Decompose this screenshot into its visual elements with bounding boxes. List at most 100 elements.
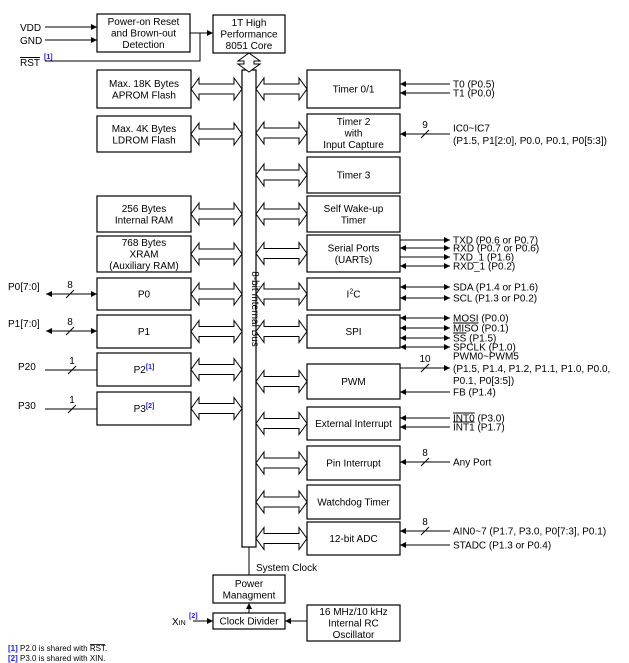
anyport-signal-label: Any Port — [453, 458, 492, 469]
ram-bus-arrow — [190, 201, 243, 227]
block-spi: SPI — [306, 314, 401, 349]
extint-label: External Interrupt — [315, 419, 392, 430]
p3-port-label: P30 — [18, 401, 36, 412]
system-clock-label: System Clock — [256, 563, 318, 574]
arrowhead-icon — [400, 131, 406, 137]
ic-bus-width: 9 — [422, 120, 428, 131]
footnote-text: P2.0 is shared with — [18, 644, 90, 653]
timer01-bus-arrow — [255, 76, 308, 102]
p2-superscript: [1] — [146, 364, 155, 371]
arrowhead-icon — [400, 81, 406, 87]
block-p2: P2[1] — [96, 352, 192, 387]
arrowhead-icon — [285, 618, 291, 624]
arrowhead-icon — [400, 424, 406, 430]
arrowhead-icon — [400, 325, 406, 331]
por-label: Detection — [122, 40, 164, 51]
xin-in: IN — [179, 620, 186, 627]
arrowhead-icon — [207, 618, 213, 624]
arrowhead-icon — [444, 245, 450, 251]
sda-signal-label: SDA (P1.4 or P1.6) — [453, 283, 538, 294]
i2c-bus-arrow — [255, 281, 308, 307]
block-p3: P3[2] — [96, 391, 192, 426]
arrowhead-icon — [400, 295, 406, 301]
block-ram: 256 BytesInternal RAM — [96, 195, 192, 233]
spi-bus-arrow — [255, 318, 308, 345]
ldrom-label: LDROM Flash — [112, 135, 175, 146]
anyport-bus-width: 8 — [422, 448, 428, 459]
p2-bus-width: 1 — [69, 356, 75, 367]
arrowhead-icon — [400, 344, 406, 350]
core-label: 1T High — [232, 18, 267, 29]
arrowhead-icon — [400, 335, 406, 341]
block-por: Power-on Resetand Brown-outDetection — [96, 13, 191, 53]
adc-bus-arrow — [255, 525, 308, 552]
rst-label: RST — [20, 58, 40, 69]
clkdiv-label: Clock Divider — [220, 617, 280, 628]
footnote: [2] P3.0 is shared with XIN. — [8, 654, 105, 663]
aprom-label: Max. 18K Bytes — [109, 79, 179, 90]
rcosc-label: Oscillator — [333, 630, 375, 641]
uart-label: Serial Ports — [328, 243, 380, 254]
arrowhead-icon — [91, 328, 97, 334]
por-label: Power-on Reset — [108, 17, 180, 28]
p0-bus-arrow — [190, 281, 243, 307]
diagram-canvas: 8-bit Internal BusPower-on Resetand Brow… — [8, 13, 610, 663]
ic-signal-label: IC0~IC7 — [453, 124, 490, 135]
arrowhead-icon — [444, 365, 450, 371]
pwm-pins-label: (P1.5, P1.4, P1.2, P1.1, P1.0, P0.0, — [453, 364, 610, 375]
arrowhead-icon — [207, 30, 213, 36]
pwm-label: PWM — [341, 377, 365, 388]
timer2-label: Timer 2 — [337, 117, 371, 128]
pmu-label: Power — [235, 579, 264, 590]
por-label: and Brown-out — [111, 29, 176, 40]
arrowhead-icon — [444, 315, 450, 321]
footnote-text: P3.0 is shared with XIN. — [18, 654, 106, 663]
arrowhead-icon — [444, 263, 450, 269]
arrowhead-icon — [400, 528, 406, 534]
scl-signal-label: SCL (P1.3 or P0.2) — [453, 294, 537, 305]
arrowhead-icon — [91, 24, 97, 30]
block-wdt: Watchdog Timer — [306, 484, 401, 520]
xram-label: 768 Bytes — [122, 238, 166, 249]
arrowhead-icon — [46, 291, 52, 297]
fb-signal-label: FB (P1.4) — [453, 388, 496, 399]
arrowhead-icon — [444, 254, 450, 260]
gnd-label: GND — [20, 36, 42, 47]
ain-signal-label: AIN0~7 (P1.7, P3.0, P0[7:3], P0.1) — [453, 527, 606, 538]
arrowhead-icon — [400, 542, 406, 548]
arrowhead-icon — [91, 37, 97, 43]
aprom-bus-arrow — [190, 76, 243, 102]
sda-signal-text: SDA (P1.4 or P1.6) — [453, 283, 538, 294]
ain-signal-text: AIN0~7 (P1.7, P3.0, P0[7:3], P0.1) — [453, 527, 606, 538]
timer2-label: Input Capture — [323, 140, 384, 151]
vdd-label: VDD — [20, 23, 41, 34]
block-p1: P1 — [96, 314, 192, 349]
t1-signal-text: T1 (P0.0) — [453, 89, 495, 100]
block-ldrom: Max. 4K BytesLDROM Flash — [96, 115, 192, 153]
adc-label: 12-bit ADC — [329, 534, 377, 545]
arrowhead-icon — [444, 325, 450, 331]
p3-bus-width: 1 — [69, 395, 75, 406]
arrowhead-icon — [46, 328, 52, 334]
i2c-c: C — [353, 290, 360, 301]
rcosc-label: Internal RC — [328, 619, 379, 630]
arrowhead-icon — [444, 344, 450, 350]
pwm-pins-label-2: P0.1, P0[3:5]) — [453, 376, 514, 387]
fb-signal-text: FB (P1.4) — [453, 388, 496, 399]
block-xram: 768 BytesXRAM(Auxiliary RAM) — [96, 235, 192, 273]
ram-label: 256 Bytes — [122, 204, 166, 215]
wakeup-bus-arrow — [255, 201, 308, 227]
int1-signal-text: (P1.7) — [475, 423, 505, 434]
p1-port-label: P1[7:0] — [8, 319, 40, 330]
timer2-label: with — [344, 129, 363, 140]
xram-label: (Auxiliary RAM) — [109, 261, 178, 272]
block-diagram: 8-bit Internal Bus Power-on Reset and Brow… — [0, 0, 629, 663]
block-rcosc: 16 MHz/10 kHzInternal RCOscillator — [306, 604, 401, 642]
block-i2c: I2C — [306, 277, 401, 311]
core-label: Performance — [220, 30, 278, 41]
p1-label: P1 — [138, 327, 151, 338]
rst-note: [1] — [44, 54, 53, 61]
p0-label: P0 — [138, 290, 151, 301]
p0-port-label: P0[7:0] — [8, 282, 40, 293]
rxd1-signal-text: RXD_1 (P0.2) — [453, 262, 515, 273]
